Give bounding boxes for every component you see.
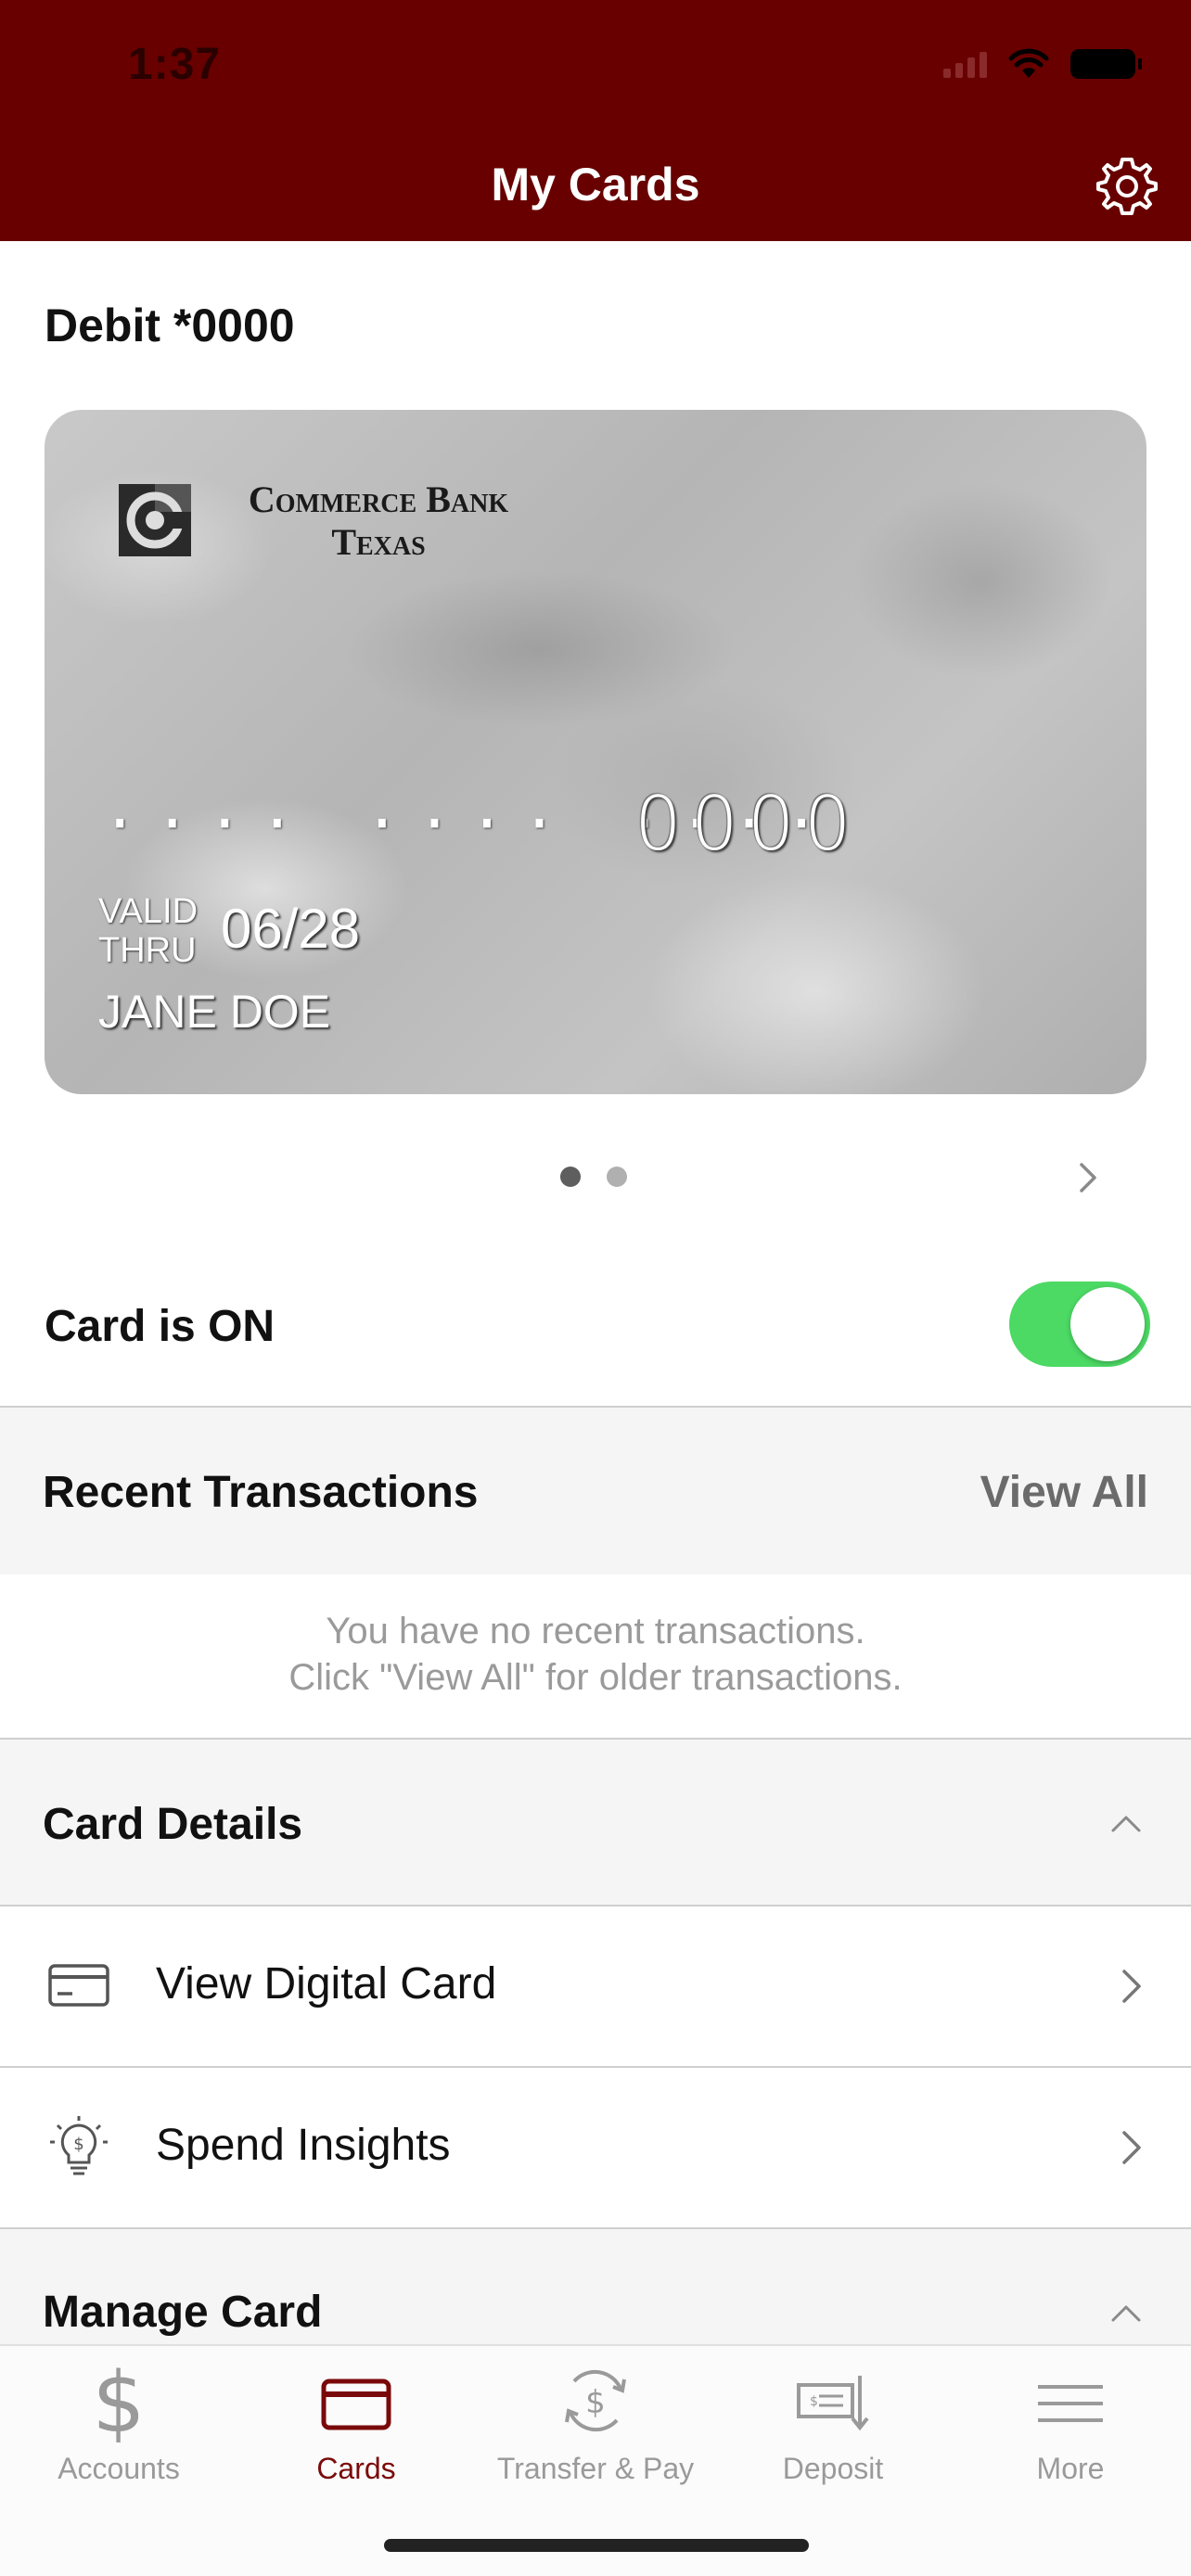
card-pager[interactable] (560, 1167, 627, 1187)
menu-icon (1038, 2385, 1103, 2422)
recent-transactions-title: Recent Transactions (43, 1468, 479, 1517)
card-image[interactable]: Commerce Bank Texas ···· ···· ···· 0000 … (45, 410, 1146, 1094)
bank-name-line1: Commerce Bank (248, 478, 509, 520)
empty-line-2: Click "View All" for older transactions. (288, 1657, 903, 1698)
collapse-chevron-icon[interactable] (1109, 2302, 1143, 2324)
view-digital-card-label: View Digital Card (156, 1959, 497, 2009)
settings-gear-icon[interactable] (1095, 154, 1159, 219)
pager-dot-2[interactable] (607, 1167, 627, 1187)
card-icon (321, 2378, 391, 2430)
card-details-title: Card Details (43, 1800, 303, 1849)
svg-text:$: $ (585, 2384, 606, 2421)
bank-name-line2: Texas (331, 521, 426, 563)
wifi-icon (1008, 48, 1049, 78)
svg-text:$: $ (92, 2359, 145, 2442)
signal-icon (943, 50, 987, 78)
home-indicator[interactable] (384, 2539, 809, 2552)
pager-dot-1[interactable] (560, 1167, 581, 1187)
credit-card-icon (48, 1964, 109, 2007)
tab-accounts[interactable]: $ Accounts (0, 2359, 237, 2486)
valid-thru-label: VALID THRU (98, 892, 198, 970)
next-card-chevron-icon[interactable] (1074, 1159, 1102, 1196)
chevron-right-icon (1122, 1970, 1141, 2003)
collapse-chevron-icon[interactable] (1109, 1812, 1143, 1834)
tab-label: More (1036, 2452, 1105, 2485)
card-expiry: 06/28 (221, 898, 361, 960)
card-last4: 0000 (634, 781, 861, 867)
battery-icon (1070, 49, 1142, 79)
no-transactions-message: You have no recent transactions. Click "… (0, 1608, 1191, 1701)
tab-more[interactable]: More (952, 2359, 1189, 2486)
tab-label: Accounts (58, 2452, 180, 2485)
bank-logo-icon (119, 484, 191, 556)
toggle-knob (1070, 1287, 1145, 1361)
tab-label: Cards (316, 2452, 396, 2485)
page-title: My Cards (491, 159, 700, 210)
view-all-link[interactable]: View All (980, 1467, 1148, 1518)
manage-card-title: Manage Card (43, 2288, 323, 2337)
card-on-toggle[interactable] (1009, 1282, 1150, 1367)
chevron-right-icon (1122, 2131, 1141, 2164)
dollar-icon: $ (92, 2359, 145, 2442)
tab-transfer-pay[interactable]: $ Transfer & Pay (477, 2359, 714, 2486)
tab-label: Deposit (782, 2452, 884, 2485)
deposit-check-icon: $ (797, 2376, 869, 2431)
tab-deposit[interactable]: $ Deposit (714, 2359, 952, 2486)
card-title: Debit *0000 (45, 300, 295, 351)
status-icons (943, 48, 1142, 80)
header-bar: 1:37 My Cards (0, 0, 1191, 241)
tab-cards[interactable]: Cards (237, 2359, 475, 2486)
bank-name: Commerce Bank Texas (211, 478, 545, 564)
card-status-label: Card is ON (45, 1302, 275, 1351)
status-time: 1:37 (128, 40, 222, 89)
svg-text:$: $ (810, 2394, 818, 2409)
svg-text:$: $ (73, 2135, 83, 2154)
card-holder: JANE DOE (98, 986, 331, 1038)
transfer-icon: $ (565, 2369, 626, 2432)
spend-insights-label: Spend Insights (156, 2121, 451, 2170)
empty-line-1: You have no recent transactions. (326, 1611, 865, 1651)
lightbulb-dollar-icon: $ (50, 2116, 108, 2175)
tab-label: Transfer & Pay (496, 2452, 695, 2485)
